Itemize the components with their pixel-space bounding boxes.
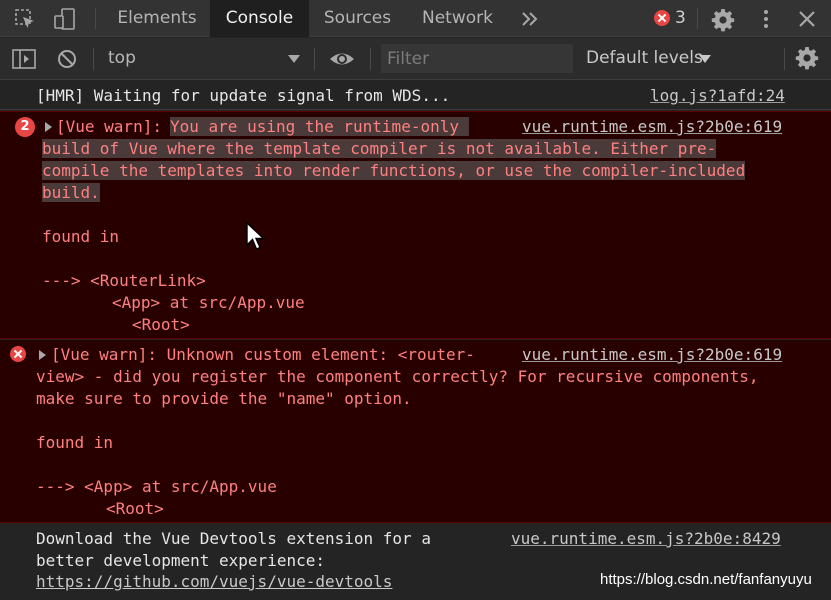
tab-sources[interactable]: Sources (311, 0, 404, 37)
component-trace-line: ---> <App> at src/App.vue (36, 477, 277, 496)
source-link[interactable]: log.js?1afd:24 (650, 86, 785, 105)
component-trace-line: <Root> (132, 315, 190, 334)
toolbar-divider (95, 8, 96, 29)
found-in-label: found in (36, 433, 114, 452)
component-trace-line: <Root> (106, 499, 164, 518)
device-toolbar-icon[interactable] (54, 8, 76, 30)
expand-triangle-icon[interactable] (39, 350, 46, 360)
error-icon (654, 10, 670, 26)
error-count: 3 (675, 8, 686, 28)
clear-console-icon[interactable] (56, 48, 78, 70)
tab-console[interactable]: Console (210, 0, 309, 37)
log-levels-dropdown[interactable]: Default levels (586, 48, 703, 68)
expand-triangle-icon[interactable] (45, 122, 52, 132)
kebab-menu-icon[interactable] (755, 8, 777, 30)
devtools-tabbar: Elements Console Sources Network 3 (0, 0, 831, 37)
message-text-line: build of Vue where the template compiler… (42, 139, 717, 158)
inspect-element-icon[interactable] (14, 8, 36, 30)
message-text-line: [Vue warn]: Unknown custom element: <rou… (51, 345, 475, 364)
tab-elements[interactable]: Elements (107, 0, 207, 37)
source-link[interactable]: vue.runtime.esm.js?2b0e:619 (522, 345, 782, 364)
repeat-count-badge: 2 (15, 117, 35, 137)
message-text-line: build. (42, 183, 100, 202)
message-text-line: compile the templates into render functi… (42, 161, 746, 180)
devtools-link[interactable]: https://github.com/vuejs/vue-devtools (36, 572, 392, 591)
message-text-line: make sure to provide the "name" option. (36, 389, 412, 408)
context-selector[interactable]: top (97, 38, 309, 79)
console-message-error: [Vue warn]: Unknown custom element: <rou… (0, 340, 831, 523)
settings-gear-icon[interactable] (711, 8, 735, 32)
toggle-sidebar-icon[interactable] (12, 48, 36, 70)
component-trace-line: ---> <RouterLink> (42, 271, 206, 290)
console-message-log: Download the Vue Devtools extension for … (0, 524, 831, 600)
chevron-down-icon (699, 55, 711, 63)
filter-input[interactable] (381, 44, 573, 73)
source-link[interactable]: vue.runtime.esm.js?2b0e:619 (522, 117, 782, 136)
live-expression-eye-icon[interactable] (329, 48, 355, 70)
message-text-line: view> - did you register the component c… (36, 367, 759, 386)
message-text-line: You are using the runtime-only (170, 117, 469, 136)
toolbar-divider (784, 48, 785, 70)
toolbar-divider (93, 48, 94, 70)
message-text: [HMR] Waiting for update signal from WDS… (36, 86, 451, 105)
chevron-down-icon (288, 55, 300, 63)
toolbar-divider (370, 48, 371, 70)
message-text-line: better development experience: (36, 551, 325, 570)
console-message-log: [HMR] Waiting for update signal from WDS… (0, 80, 831, 110)
tab-network[interactable]: Network (410, 0, 505, 37)
close-icon[interactable] (796, 8, 818, 30)
error-icon (10, 346, 26, 362)
message-prefix[interactable]: [Vue warn]: (56, 117, 172, 136)
toolbar-divider (697, 8, 698, 29)
source-link[interactable]: vue.runtime.esm.js?2b0e:8429 (511, 529, 781, 548)
console-message-error: 2 [Vue warn]: You are using the runtime-… (0, 111, 831, 339)
toolbar-divider (314, 48, 315, 70)
message-text-line: Download the Vue Devtools extension for … (36, 529, 431, 548)
more-tabs-icon[interactable] (519, 8, 541, 30)
component-trace-line: <App> at src/App.vue (112, 293, 305, 312)
mouse-cursor-icon (246, 221, 266, 256)
context-label: top (108, 48, 136, 68)
watermark-text: https://blog.csdn.net/fanfanyuyu (600, 571, 812, 588)
found-in-label: found in (42, 227, 120, 246)
console-settings-gear-icon[interactable] (795, 46, 819, 70)
